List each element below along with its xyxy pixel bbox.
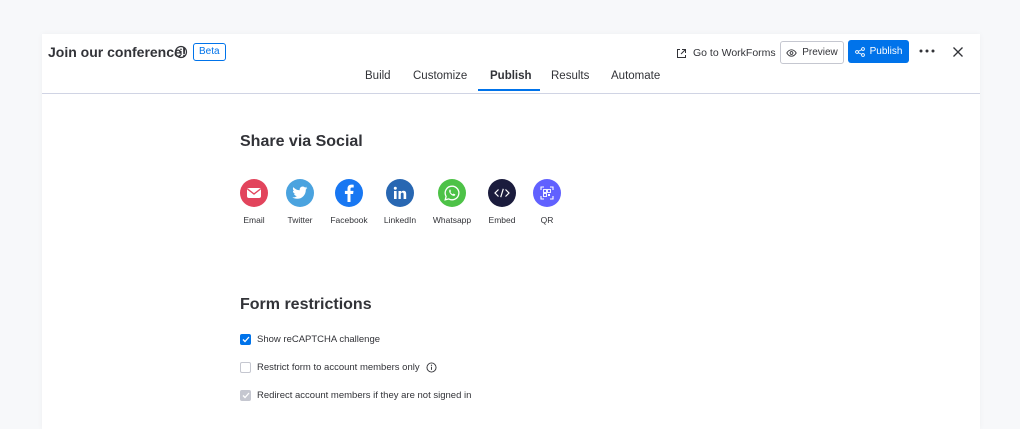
redirect-members-checkbox[interactable] <box>240 390 251 401</box>
preview-button[interactable]: Preview <box>780 41 844 64</box>
linkedin-icon <box>386 179 414 207</box>
redirect-members-option: Redirect account members if they are not… <box>240 390 471 401</box>
share-icon <box>854 46 865 57</box>
share-facebook-button[interactable]: Facebook <box>324 179 374 225</box>
tab-automate[interactable]: Automate <box>611 70 660 82</box>
beta-badge: Beta <box>193 43 226 61</box>
recaptcha-checkbox[interactable] <box>240 334 251 345</box>
close-icon[interactable] <box>951 45 965 59</box>
more-options-icon[interactable] <box>918 44 936 58</box>
restrict-info-icon[interactable] <box>426 362 437 373</box>
whatsapp-icon <box>438 179 466 207</box>
recaptcha-option: Show reCAPTCHA challenge <box>240 334 380 345</box>
share-embed-label: Embed <box>488 215 516 225</box>
share-qr-label: QR <box>540 215 554 225</box>
share-email-label: Email <box>243 215 265 225</box>
redirect-members-label: Redirect account members if they are not… <box>257 390 472 401</box>
email-icon <box>240 179 268 207</box>
share-embed-button[interactable]: Embed <box>477 179 527 225</box>
restrict-members-checkbox[interactable] <box>240 362 251 373</box>
active-tab-indicator <box>478 89 540 91</box>
tab-publish[interactable]: Publish <box>490 70 532 82</box>
facebook-icon <box>335 179 363 207</box>
form-title[interactable]: Join our conference! <box>48 44 186 60</box>
share-email-button[interactable]: Email <box>229 179 279 225</box>
preview-label: Preview <box>802 47 838 58</box>
editor-header: Join our conference! Beta Go to WorkForm… <box>42 34 980 94</box>
share-facebook-label: Facebook <box>330 215 368 225</box>
share-whatsapp-button[interactable]: Whatsapp <box>427 179 477 225</box>
twitter-icon <box>286 179 314 207</box>
info-icon[interactable] <box>174 45 188 59</box>
tab-results[interactable]: Results <box>551 70 589 82</box>
go-to-workforms-link[interactable]: Go to WorkForms <box>676 41 776 65</box>
share-linkedin-button[interactable]: LinkedIn <box>375 179 425 225</box>
share-whatsapp-label: Whatsapp <box>432 215 472 225</box>
external-link-icon <box>677 48 686 58</box>
recaptcha-label: Show reCAPTCHA challenge <box>257 334 381 345</box>
publish-button[interactable]: Publish <box>848 40 909 63</box>
qr-icon <box>533 179 561 207</box>
eye-icon <box>786 48 797 57</box>
share-qr-button[interactable]: QR <box>522 179 572 225</box>
share-linkedin-label: LinkedIn <box>383 215 417 225</box>
go-to-workforms-label: Go to WorkForms <box>693 47 776 59</box>
publish-label: Publish <box>869 46 903 57</box>
share-section-title: Share via Social <box>240 133 363 150</box>
tab-build[interactable]: Build <box>365 70 391 82</box>
embed-icon <box>488 179 516 207</box>
restrict-members-option: Restrict form to account members only <box>240 362 437 373</box>
form-editor-panel: Join our conference! Beta Go to WorkForm… <box>42 34 980 429</box>
restrict-members-label: Restrict form to account members only <box>257 362 420 373</box>
tab-customize[interactable]: Customize <box>413 70 467 82</box>
restrictions-section-title: Form restrictions <box>240 296 372 313</box>
share-twitter-button[interactable]: Twitter <box>275 179 325 225</box>
share-twitter-label: Twitter <box>287 215 313 225</box>
